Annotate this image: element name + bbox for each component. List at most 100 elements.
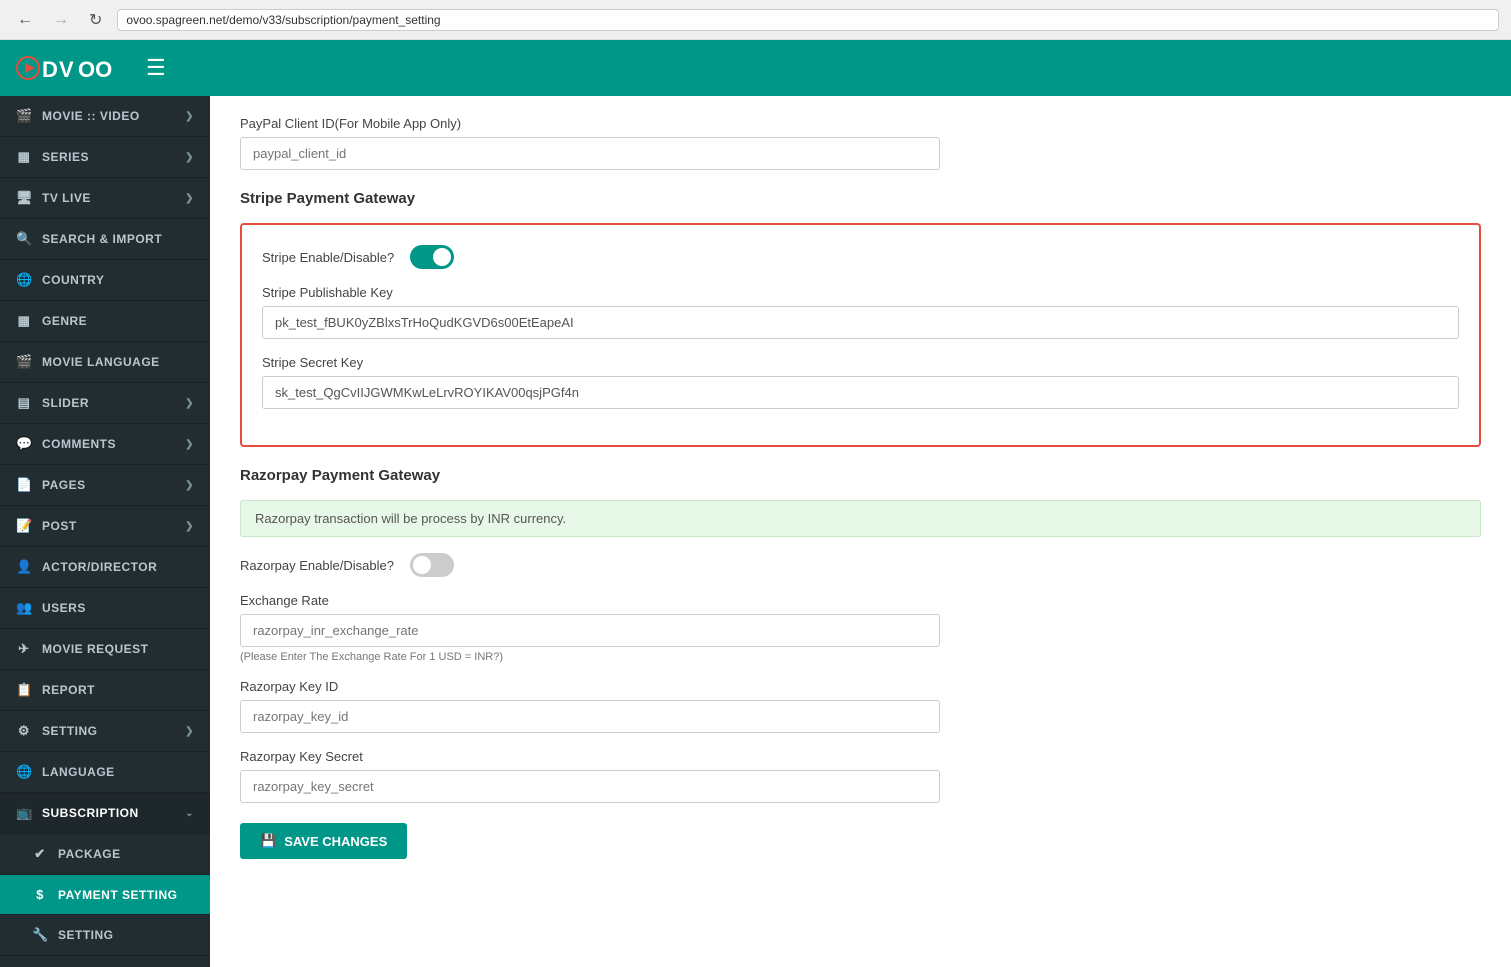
series-icon: ▦	[16, 149, 32, 165]
razorpay-key-id-group: Razorpay Key ID	[240, 679, 1481, 733]
razorpay-toggle[interactable]	[410, 553, 454, 577]
stripe-enable-label: Stripe Enable/Disable?	[262, 250, 394, 265]
sidebar-label-country: COUNTRY	[42, 273, 104, 287]
razorpay-section-title: Razorpay Payment Gateway	[240, 467, 1481, 484]
setting2-icon: 🔧	[32, 927, 48, 943]
language-icon: 🌐	[16, 764, 32, 780]
reload-button[interactable]: ↻	[84, 8, 107, 32]
browser-bar: ← → ↻	[0, 0, 1511, 40]
sidebar-item-subscription[interactable]: 📺 SUBSCRIPTION ⌄	[0, 793, 210, 834]
paypal-client-id-input[interactable]	[240, 137, 940, 170]
sidebar-item-movie-request[interactable]: ✈ MOVIE REQUEST	[0, 629, 210, 670]
exchange-rate-label: Exchange Rate	[240, 593, 1481, 608]
content-area: PayPal Client ID(For Mobile App Only) St…	[210, 96, 1511, 967]
sidebar-item-transaction-log[interactable]: 🕐 TRANSACTION LOG	[0, 956, 210, 967]
sidebar-item-setting2[interactable]: 🔧 SETTING	[0, 915, 210, 956]
chevron-icon: ❯	[185, 111, 194, 122]
sidebar-item-movie-video[interactable]: 🎬 MOVIE :: VIDEO ❯	[0, 96, 210, 137]
sidebar-label-search-import: SEARCH & IMPORT	[42, 232, 162, 246]
sidebar-label-movie-video: MOVIE :: VIDEO	[42, 109, 140, 123]
sidebar-label-tv-live: TV LIVE	[42, 191, 91, 205]
sidebar-item-actor-director[interactable]: 👤 ACTOR/DIRECTOR	[0, 547, 210, 588]
exchange-rate-hint: (Please Enter The Exchange Rate For 1 US…	[240, 651, 1481, 663]
razorpay-key-secret-group: Razorpay Key Secret	[240, 749, 1481, 803]
logo-svg: D V OO	[16, 50, 126, 86]
save-button-label: SAVE CHANGES	[284, 834, 387, 849]
hamburger-button[interactable]: ☰	[146, 55, 166, 81]
razorpay-toggle-slider	[410, 553, 454, 577]
sidebar-label-setting: SETTING	[42, 724, 98, 738]
razorpay-enable-label: Razorpay Enable/Disable?	[240, 558, 394, 573]
stripe-toggle-row: Stripe Enable/Disable?	[262, 245, 1459, 269]
users-icon: 👥	[16, 600, 32, 616]
comments-icon: 💬	[16, 436, 32, 452]
stripe-toggle[interactable]	[410, 245, 454, 269]
sidebar-item-report[interactable]: 📋 REPORT	[0, 670, 210, 711]
sidebar: 🎬 MOVIE :: VIDEO ❯ ▦ SERIES ❯ 🖥 TV LIVE …	[0, 96, 210, 967]
exchange-rate-group: Exchange Rate (Please Enter The Exchange…	[240, 593, 1481, 663]
sidebar-item-pages[interactable]: 📄 PAGES ❯	[0, 465, 210, 506]
sidebar-label-slider: SLIDER	[42, 396, 89, 410]
sidebar-item-search-import[interactable]: 🔍 SEARCH & IMPORT	[0, 219, 210, 260]
subscription-icon: 📺	[16, 805, 32, 821]
chevron-icon: ❯	[185, 726, 194, 737]
sidebar-label-movie-language: MOVIE LANGUAGE	[42, 355, 160, 369]
sidebar-label-series: SERIES	[42, 150, 89, 164]
sidebar-label-post: POST	[42, 519, 77, 533]
url-bar[interactable]	[117, 9, 1499, 31]
sidebar-item-post[interactable]: 📝 POST ❯	[0, 506, 210, 547]
sidebar-label-setting2: SETTING	[58, 928, 114, 942]
sidebar-item-setting[interactable]: ⚙ SETTING ❯	[0, 711, 210, 752]
sidebar-item-movie-language[interactable]: 🎬 MOVIE LANGUAGE	[0, 342, 210, 383]
sidebar-item-slider[interactable]: ▤ SLIDER ❯	[0, 383, 210, 424]
tv-live-icon: 🖥	[16, 190, 32, 206]
svg-text:OO: OO	[78, 57, 112, 82]
country-icon: 🌐	[16, 272, 32, 288]
chevron-icon: ❯	[185, 521, 194, 532]
stripe-publishable-key-group: Stripe Publishable Key	[262, 285, 1459, 339]
search-icon: 🔍	[16, 231, 32, 247]
sidebar-item-users[interactable]: 👥 USERS	[0, 588, 210, 629]
sidebar-item-payment-setting[interactable]: $ PAYMENT SETTING	[0, 875, 210, 915]
sidebar-label-movie-request: MOVIE REQUEST	[42, 642, 149, 656]
chevron-icon: ❯	[185, 398, 194, 409]
stripe-toggle-slider	[410, 245, 454, 269]
razorpay-toggle-row: Razorpay Enable/Disable?	[240, 553, 1481, 577]
stripe-publishable-key-label: Stripe Publishable Key	[262, 285, 1459, 300]
stripe-publishable-key-input[interactable]	[262, 306, 1459, 339]
chevron-icon: ❯	[185, 439, 194, 450]
sidebar-item-tv-live[interactable]: 🖥 TV LIVE ❯	[0, 178, 210, 219]
stripe-secret-key-input[interactable]	[262, 376, 1459, 409]
forward-button[interactable]: →	[48, 9, 74, 31]
razorpay-key-id-input[interactable]	[240, 700, 940, 733]
stripe-secret-key-group: Stripe Secret Key	[262, 355, 1459, 409]
razorpay-info-box: Razorpay transaction will be process by …	[240, 500, 1481, 537]
movie-request-icon: ✈	[16, 641, 32, 657]
sidebar-label-users: USERS	[42, 601, 86, 615]
sidebar-label-genre: GENRE	[42, 314, 87, 328]
chevron-icon: ❯	[185, 152, 194, 163]
back-button[interactable]: ←	[12, 9, 38, 31]
save-changes-button[interactable]: 💾 SAVE CHANGES	[240, 823, 407, 859]
package-icon: ✔	[32, 846, 48, 862]
svg-text:V: V	[59, 57, 74, 82]
app-header: D V OO ☰	[0, 40, 1511, 96]
chevron-icon: ❯	[185, 193, 194, 204]
sidebar-item-country[interactable]: 🌐 COUNTRY	[0, 260, 210, 301]
sidebar-item-comments[interactable]: 💬 COMMENTS ❯	[0, 424, 210, 465]
sidebar-item-genre[interactable]: ▦ GENRE	[0, 301, 210, 342]
payment-setting-icon: $	[32, 887, 48, 902]
movie-video-icon: 🎬	[16, 108, 32, 124]
content-inner: PayPal Client ID(For Mobile App Only) St…	[210, 96, 1511, 967]
razorpay-key-secret-input[interactable]	[240, 770, 940, 803]
exchange-rate-input[interactable]	[240, 614, 940, 647]
stripe-secret-key-label: Stripe Secret Key	[262, 355, 1459, 370]
stripe-box: Stripe Enable/Disable? Stripe Publishabl…	[240, 223, 1481, 447]
slider-icon: ▤	[16, 395, 32, 411]
sidebar-item-language[interactable]: 🌐 LANGUAGE	[0, 752, 210, 793]
stripe-section-title: Stripe Payment Gateway	[240, 190, 1481, 207]
sidebar-item-package[interactable]: ✔ PACKAGE	[0, 834, 210, 875]
sidebar-label-package: PACKAGE	[58, 847, 121, 861]
sidebar-item-series[interactable]: ▦ SERIES ❯	[0, 137, 210, 178]
razorpay-key-id-label: Razorpay Key ID	[240, 679, 1481, 694]
